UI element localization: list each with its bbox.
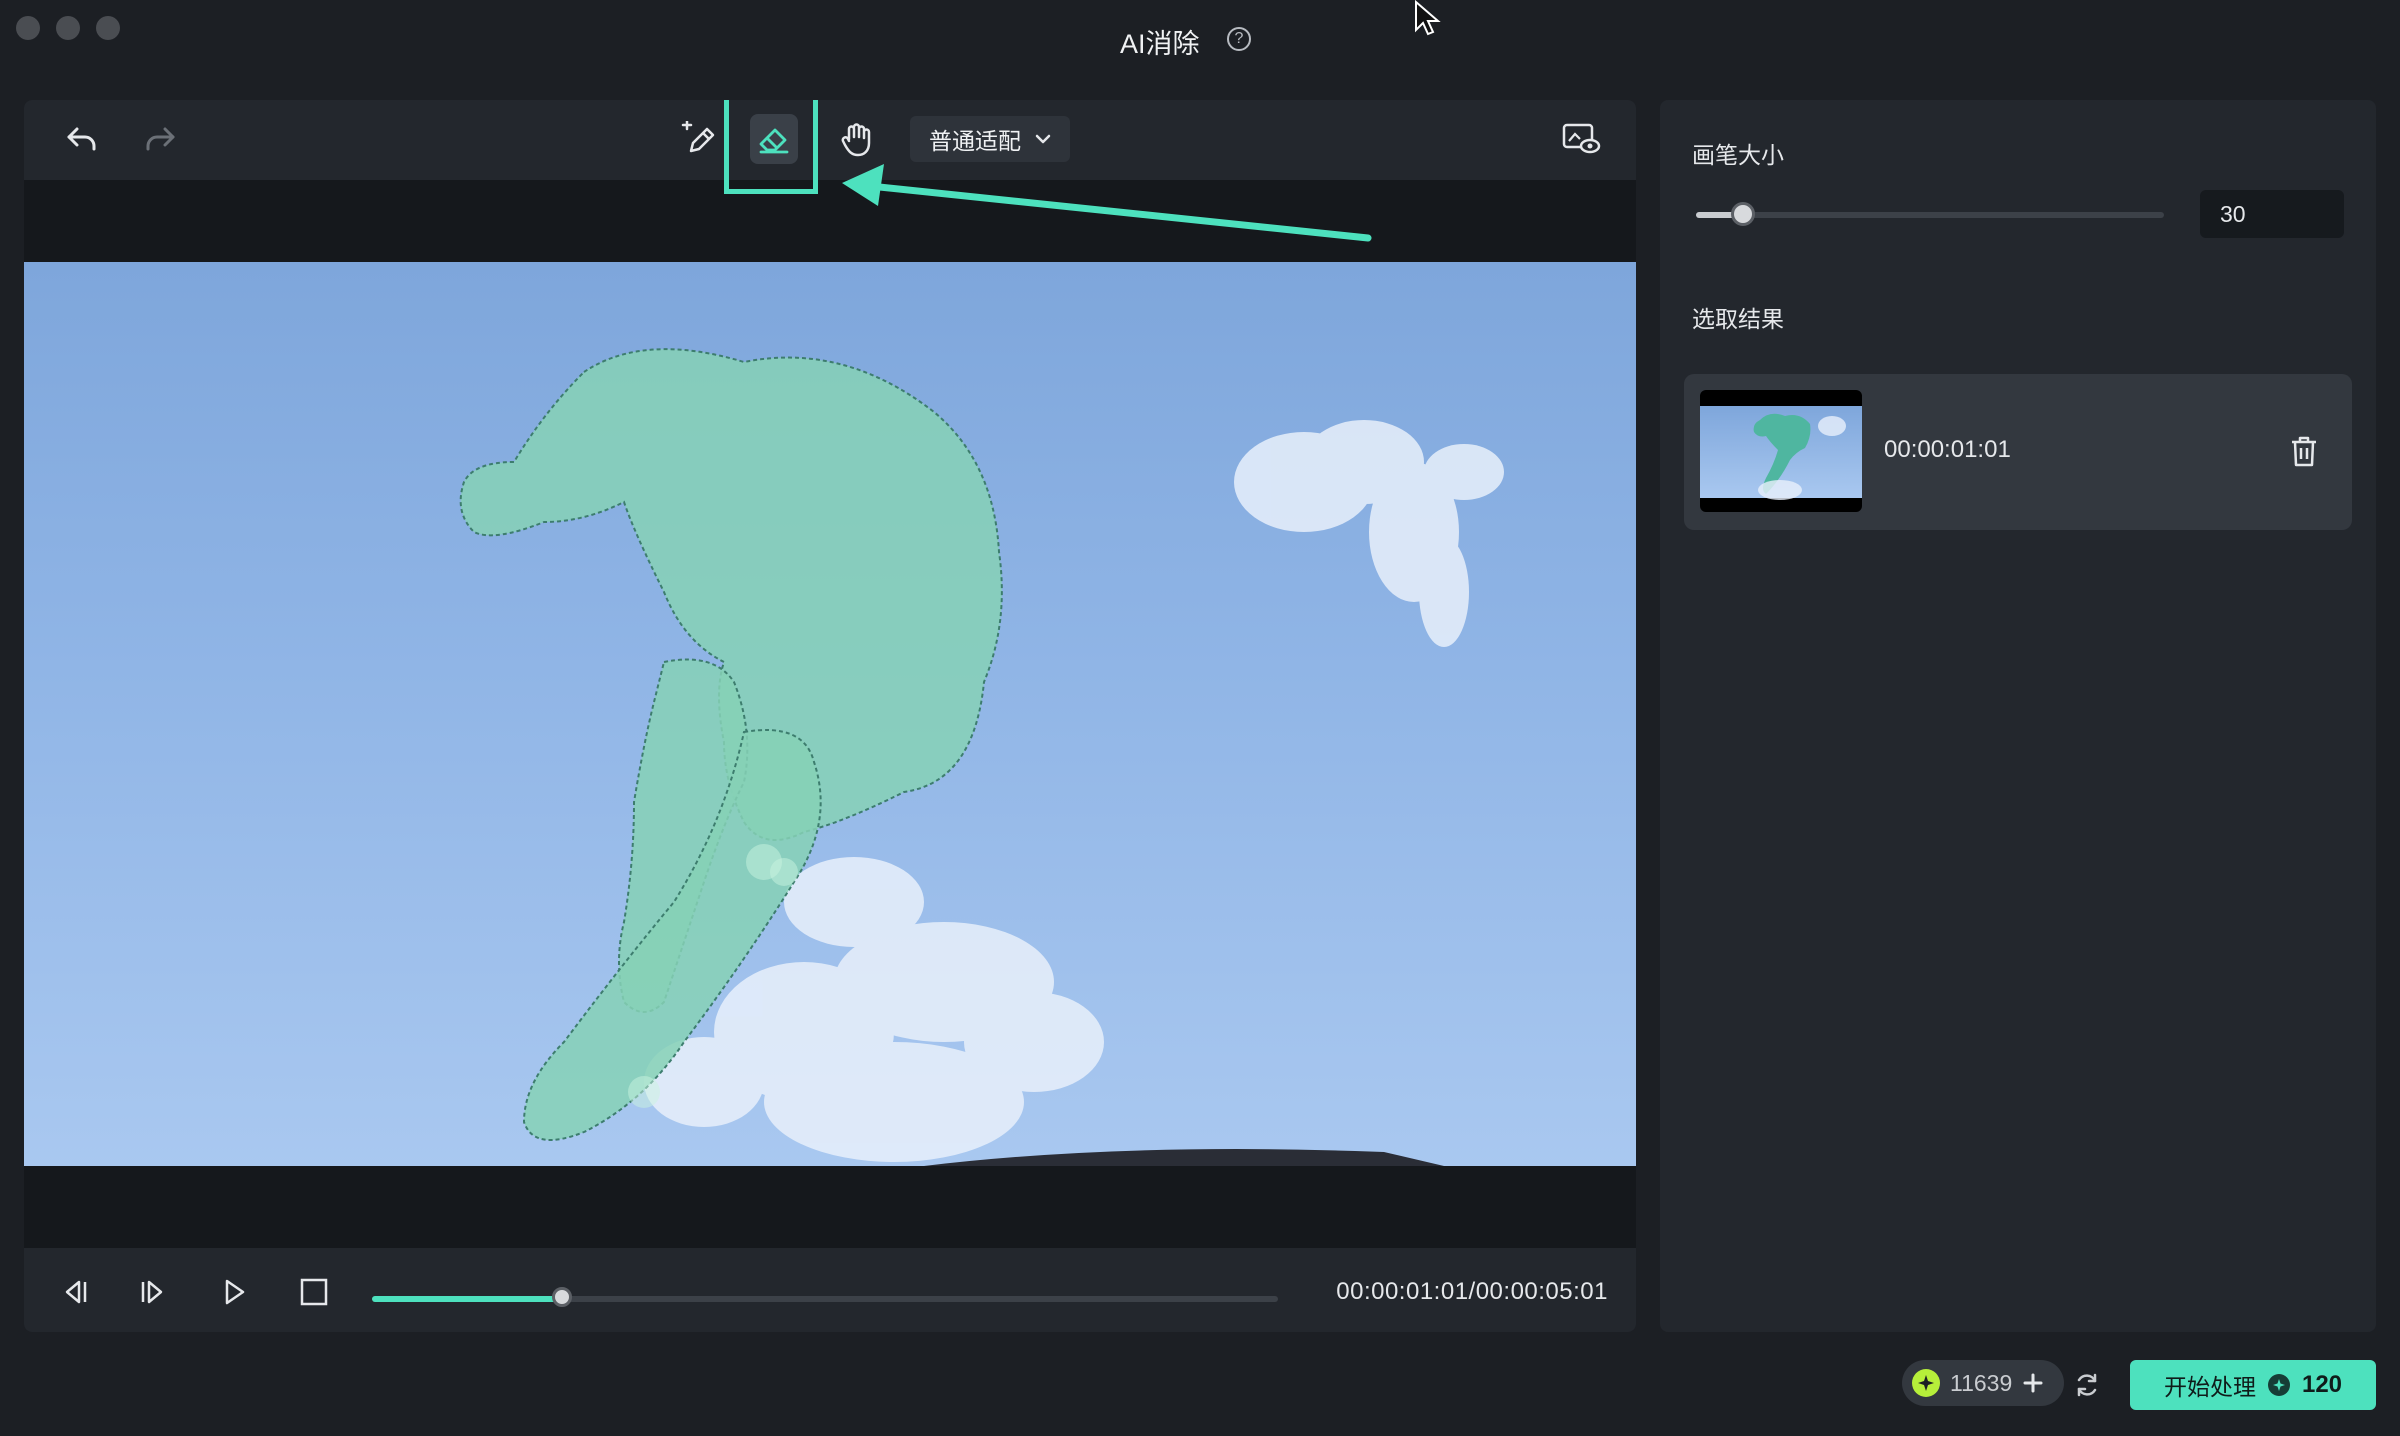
eraser-highlight-box	[724, 100, 818, 194]
playback-controls: 00:00:01:01/00:00:05:01	[24, 1248, 1636, 1332]
credit-icon	[1912, 1369, 1940, 1397]
playback-scrubber-handle[interactable]	[552, 1287, 573, 1307]
brush-size-slider-handle[interactable]	[1730, 202, 1755, 226]
result-timestamp: 00:00:01:01	[1884, 436, 2011, 463]
brush-size-label: 画笔大小	[1692, 142, 1784, 168]
start-processing-button[interactable]: 开始处理 120	[2130, 1360, 2376, 1410]
trash-icon	[2292, 436, 2316, 467]
editor-panel: 普通适配 00:00:01:01/00:00:05:01	[24, 100, 1636, 1332]
add-credits-icon[interactable]	[2022, 1372, 2044, 1394]
close-window-button[interactable]	[16, 16, 40, 40]
fit-mode-label: 普通适配	[929, 128, 1021, 154]
result-thumbnail	[1700, 390, 1862, 512]
stop-button[interactable]	[292, 1272, 336, 1312]
playback-progress-fill	[372, 1296, 563, 1302]
results-label: 选取结果	[1692, 306, 1784, 332]
credits-amount: 11639	[1950, 1369, 2013, 1396]
chevron-down-icon	[1035, 134, 1051, 144]
brush-size-slider[interactable]	[1696, 202, 2164, 226]
start-processing-label: 开始处理	[2163, 1374, 2256, 1400]
title-bar: AI消除 ?	[0, 0, 2400, 80]
brush-add-icon	[681, 121, 715, 153]
fit-mode-dropdown[interactable]: 普通适配	[910, 116, 1070, 162]
result-item[interactable]: 00:00:01:01	[1684, 374, 2352, 530]
play-icon	[225, 1279, 245, 1305]
previous-frame-button[interactable]	[52, 1272, 96, 1312]
brush-add-button[interactable]	[674, 116, 720, 162]
preview-toggle-button[interactable]	[1558, 116, 1604, 162]
hand-pan-button[interactable]	[834, 116, 880, 162]
hand-icon	[841, 123, 871, 157]
preview-eye-icon	[1562, 123, 1601, 154]
redo-button[interactable]	[138, 120, 182, 160]
playback-progress-bar[interactable]	[372, 1287, 1278, 1307]
start-processing-cost: 120	[2301, 1371, 2343, 1398]
credit-cost-icon	[2267, 1374, 2290, 1396]
help-icon[interactable]: ?	[1227, 27, 1251, 51]
brush-size-input[interactable]	[2200, 190, 2344, 238]
playback-time-readout: 00:00:01:01/00:00:05:01	[1336, 1278, 1608, 1305]
zoom-window-button[interactable]	[96, 16, 120, 40]
delete-result-button[interactable]	[2288, 434, 2320, 473]
play-button[interactable]	[212, 1272, 256, 1312]
minimize-window-button[interactable]	[56, 16, 80, 40]
redo-icon	[146, 127, 175, 151]
previous-frame-icon	[65, 1280, 87, 1304]
stop-icon	[300, 1278, 328, 1306]
next-frame-icon	[141, 1280, 163, 1304]
refresh-credits-button[interactable]	[2074, 1372, 2100, 1403]
editor-toolbar: 普通适配	[24, 100, 1636, 194]
undo-icon	[67, 127, 96, 151]
window-title: AI消除	[1120, 29, 1200, 59]
settings-panel: 画笔大小 选取结果 00:00:01:01	[1660, 100, 2376, 1332]
credits-balance[interactable]: 11639	[1902, 1360, 2064, 1406]
refresh-icon	[2077, 1373, 2097, 1397]
next-frame-button[interactable]	[132, 1272, 176, 1312]
mouse-cursor-icon	[1415, 0, 1441, 36]
video-preview[interactable]	[24, 262, 1636, 1166]
video-frame-image	[459, 348, 1504, 1166]
undo-button[interactable]	[60, 120, 104, 160]
ai-erase-window: AI消除 ? 普通适配 00:00:01:01/00:00:05:01 画笔大小…	[0, 0, 2400, 1436]
